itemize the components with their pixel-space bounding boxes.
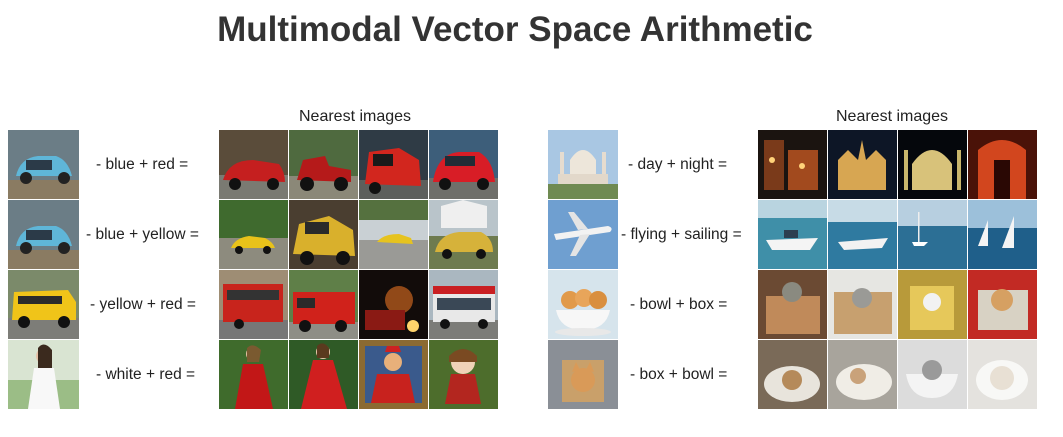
yellow-sports-car-photo-icon	[359, 200, 428, 269]
arithmetic-expression: - yellow + red =	[90, 296, 196, 313]
woman-red-gown-photo-icon	[289, 340, 358, 409]
yellow-car-forest-photo-icon	[219, 200, 288, 269]
nearest-images-header: Nearest images	[836, 108, 949, 125]
nearest-images-header: Nearest images	[299, 108, 412, 125]
cat-in-box-photo-icon	[758, 270, 827, 339]
doll-red-dress-photo-icon	[429, 340, 498, 409]
blue-car-photo-icon	[8, 200, 79, 269]
white-cat-bowl-photo-icon	[968, 340, 1037, 409]
portrait-red-painting-icon	[359, 340, 428, 409]
arithmetic-expression: - white + red =	[96, 366, 196, 383]
yellow-school-bus-photo-icon	[8, 270, 79, 339]
arithmetic-expression: - box + bowl =	[630, 366, 728, 383]
cat-in-box-photo-icon	[548, 340, 618, 409]
red-hotrod-photo-icon	[289, 130, 358, 199]
analogy-row: - blue + yellow =	[8, 200, 503, 269]
result-images	[219, 200, 498, 269]
result-images	[758, 130, 1037, 199]
red-truck-photo-icon	[359, 130, 428, 199]
motorboat-photo-icon	[758, 200, 827, 269]
analogy-row: - flying + sailing =	[548, 200, 1038, 269]
analogy-row: - blue + red =	[8, 130, 503, 199]
kitten-yellow-box-photo-icon	[898, 270, 967, 339]
red-hatchback-photo-icon	[429, 130, 498, 199]
cat-red-box-photo-icon	[968, 270, 1037, 339]
speedboat-photo-icon	[828, 200, 897, 269]
slide-title: Multimodal Vector Space Arithmetic	[217, 10, 813, 49]
analogy-row: - day + night =	[548, 130, 1038, 199]
blue-car-photo-icon	[8, 130, 79, 199]
arithmetic-expression: - bowl + box =	[630, 296, 728, 313]
arithmetic-expression: - day + night =	[628, 156, 728, 173]
result-images	[219, 130, 498, 199]
sailboat-sea-photo-icon	[898, 200, 967, 269]
firetruck-night-photo-icon	[359, 270, 428, 339]
right-panel: Nearest images - day + night = - flying …	[548, 108, 1038, 413]
result-images	[758, 270, 1037, 339]
arithmetic-expression: - blue + red =	[96, 156, 189, 173]
analogy-row: - bowl + box =	[548, 270, 1038, 339]
woman-red-dress-photo-icon	[219, 340, 288, 409]
yellow-vintage-car-photo-icon	[289, 200, 358, 269]
left-panel: Nearest images - blue + red = - blue + y…	[8, 108, 503, 413]
cat-sink-photo-icon	[758, 340, 827, 409]
sailboats-blue-photo-icon	[968, 200, 1037, 269]
red-firetruck-photo-icon	[289, 270, 358, 339]
kitten-bowl-photo-icon	[898, 340, 967, 409]
arithmetic-expression: - flying + sailing =	[621, 226, 742, 243]
cat-cardboard-photo-icon	[828, 270, 897, 339]
analogy-row: - white + red =	[8, 340, 503, 409]
result-images	[758, 340, 1037, 409]
red-bus-street-photo-icon	[219, 270, 288, 339]
cathedral-night-photo-icon	[828, 130, 897, 199]
arithmetic-expression: - blue + yellow =	[86, 226, 199, 243]
cat-basin-photo-icon	[828, 340, 897, 409]
result-images	[219, 270, 498, 339]
result-images	[219, 340, 498, 409]
woman-white-dress-photo-icon	[8, 340, 79, 409]
result-images	[758, 200, 1037, 269]
analogy-row: - box + bowl =	[548, 340, 1038, 409]
kittens-in-bowl-photo-icon	[548, 270, 618, 339]
red-lit-hall-photo-icon	[968, 130, 1037, 199]
taj-mahal-day-photo-icon	[548, 130, 618, 199]
city-night-photo-icon	[758, 130, 827, 199]
palace-night-photo-icon	[898, 130, 967, 199]
analogy-row: - yellow + red =	[8, 270, 503, 339]
red-classic-car-photo-icon	[219, 130, 288, 199]
red-city-bus-photo-icon	[429, 270, 498, 339]
airplane-flying-photo-icon	[548, 200, 618, 269]
yellow-suv-photo-icon	[429, 200, 498, 269]
